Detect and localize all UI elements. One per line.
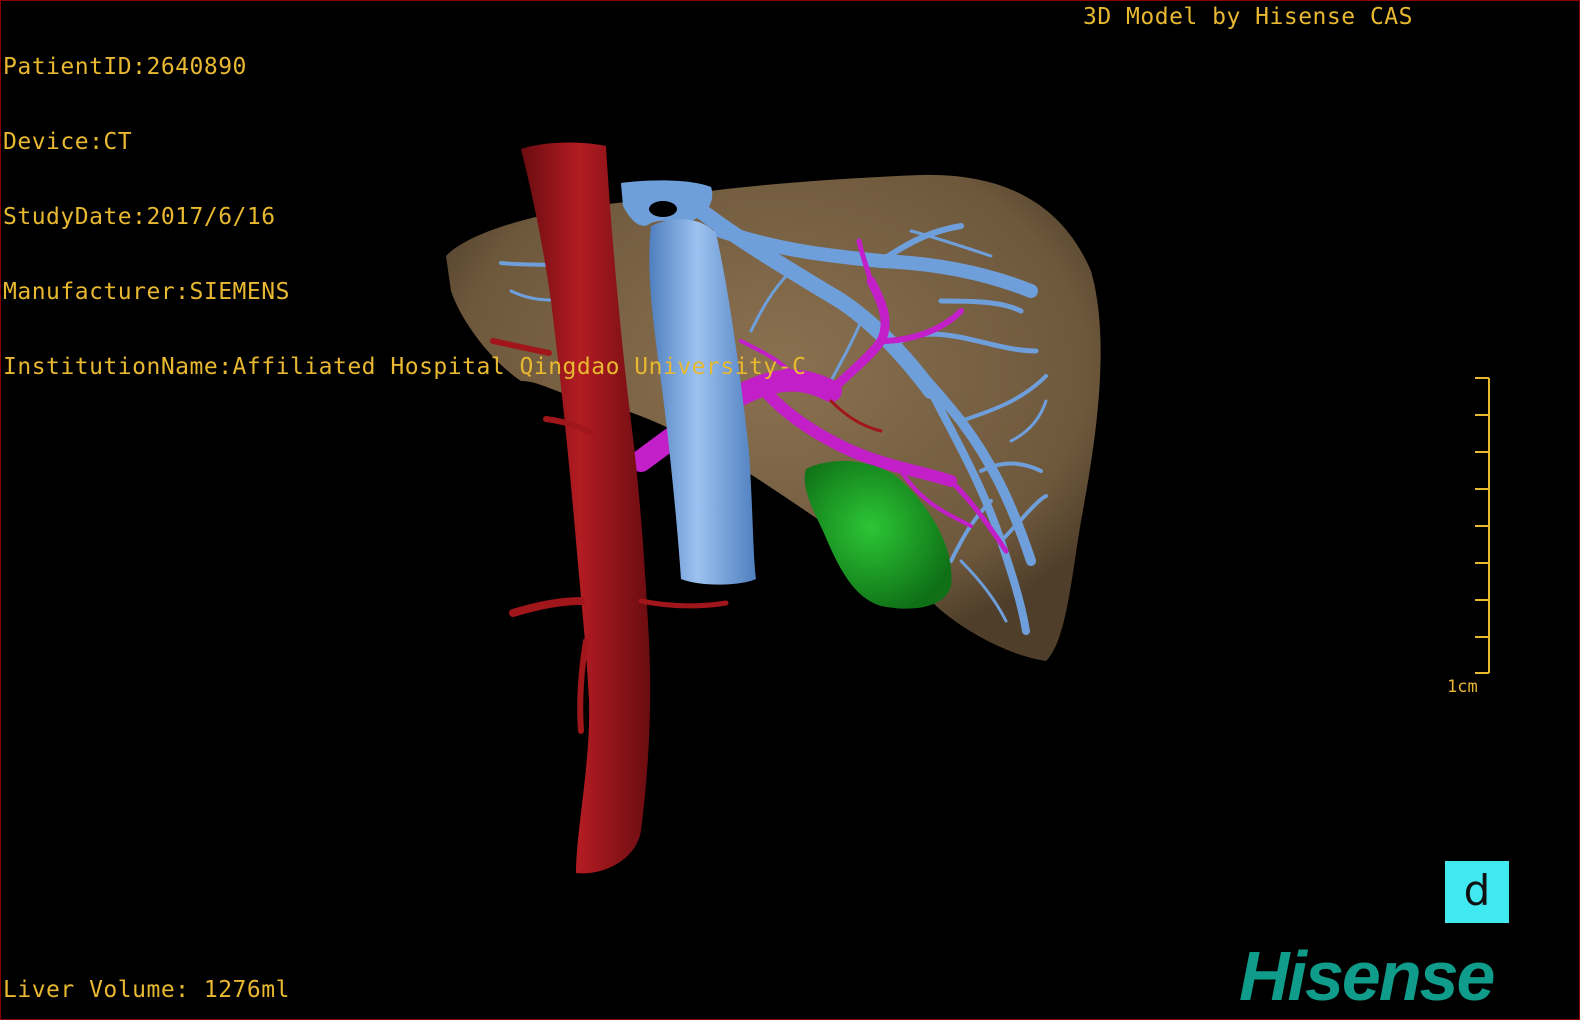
patient-id: PatientID:2640890 [3, 54, 247, 80]
3d-viewport[interactable]: PatientID:2640890 Device:CT StudyDate:20… [0, 0, 1580, 1020]
institution-name: InstitutionName:Affiliated Hospital Qing… [3, 354, 807, 380]
device: Device:CT [3, 129, 133, 155]
scale-bar [1475, 377, 1490, 674]
study-date: StudyDate:2017/6/16 [3, 204, 276, 230]
model-credit: 3D Model by Hisense CAS [1083, 4, 1413, 30]
orientation-cube-label: d [1463, 866, 1491, 915]
hisense-logo: Hisense [1239, 937, 1495, 1015]
patient-info-overlay: PatientID:2640890 Device:CT StudyDate:20… [3, 5, 806, 430]
scale-label: 1cm [1447, 677, 1478, 697]
liver-volume: Liver Volume: 1276ml [3, 977, 290, 1003]
orientation-cube[interactable]: d [1445, 861, 1509, 923]
manufacturer: Manufacturer:SIEMENS [3, 279, 290, 305]
